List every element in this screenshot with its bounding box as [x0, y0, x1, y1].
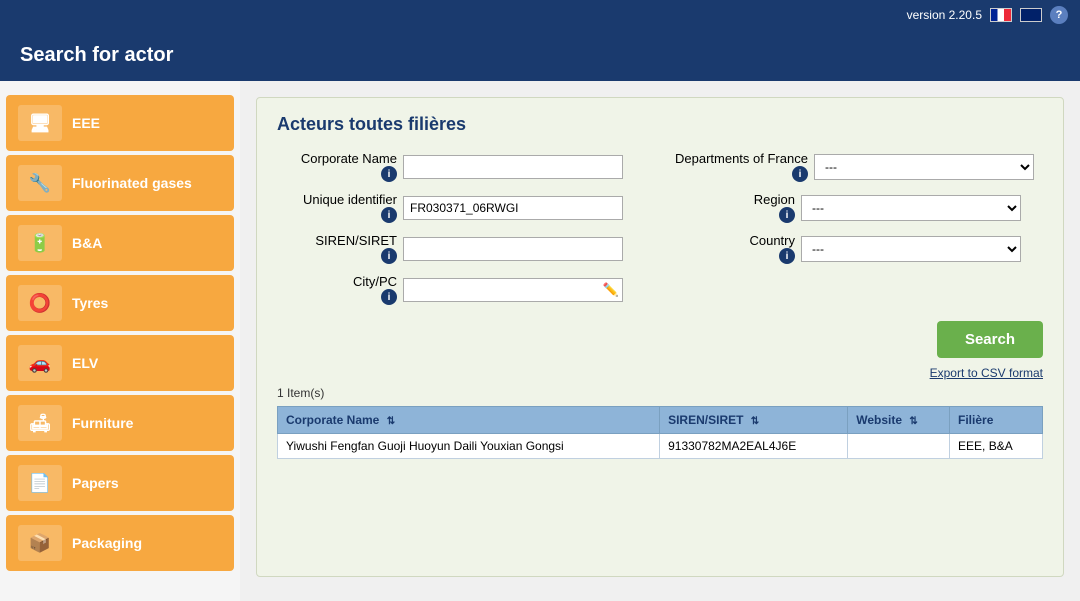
export-row: Export to CSV format — [277, 366, 1043, 380]
cell-filiere: EEE, B&A — [950, 434, 1043, 459]
cell-website — [848, 434, 950, 459]
main-layout: 🖥 EEE 🔧 Fluorinated gases 🔋 B&A ⭕ Tyres … — [0, 81, 1080, 601]
top-bar: version 2.20.5 ? — [0, 0, 1080, 30]
sidebar-item-packaging[interactable]: 📦 Packaging — [6, 515, 234, 571]
eee-icon: 🖥 — [18, 105, 62, 141]
fluorinated-icon: 🔧 — [18, 165, 62, 201]
unique-id-row: Unique identifier i — [277, 192, 645, 223]
region-label: Region — [754, 192, 795, 207]
departments-select[interactable]: --- — [814, 154, 1034, 180]
citypc-label: City/PC — [353, 274, 397, 289]
sidebar-item-elv[interactable]: 🚗 ELV — [6, 335, 234, 391]
citypc-row: City/PC i ✏️ — [277, 274, 645, 305]
sidebar-item-tyres[interactable]: ⭕ Tyres — [6, 275, 234, 331]
country-info-icon[interactable]: i — [779, 248, 795, 264]
tyres-icon: ⭕ — [18, 285, 62, 321]
panel-title: Acteurs toutes filières — [277, 114, 1043, 135]
unique-id-label-group: Unique identifier i — [277, 192, 397, 223]
siren-info-icon[interactable]: i — [381, 248, 397, 264]
siren-input[interactable] — [403, 237, 623, 261]
page-title: Search for actor — [20, 44, 173, 66]
sidebar-item-ba[interactable]: 🔋 B&A — [6, 215, 234, 271]
table-header: Corporate Name ⇅ SIREN/SIRET ⇅ Website ⇅ — [278, 407, 1043, 434]
col-header-corporate-name[interactable]: Corporate Name ⇅ — [278, 407, 660, 434]
table-row[interactable]: Yiwushi Fengfan Guoji Huoyun Daili Youxi… — [278, 434, 1043, 459]
unique-id-label: Unique identifier — [303, 192, 397, 207]
citypc-edit-icon[interactable]: ✏️ — [603, 282, 619, 298]
form-left: Corporate Name i Unique identifier i — [277, 151, 645, 305]
cell-corporate-name: Yiwushi Fengfan Guoji Huoyun Daili Youxi… — [278, 434, 660, 459]
col-header-website[interactable]: Website ⇅ — [848, 407, 950, 434]
country-label: Country — [749, 233, 795, 248]
departments-label: Departments of France — [675, 151, 808, 166]
ba-icon: 🔋 — [18, 225, 62, 261]
elv-icon: 🚗 — [18, 345, 62, 381]
search-button-row: Search — [277, 321, 1043, 358]
table-body: Yiwushi Fengfan Guoji Huoyun Daili Youxi… — [278, 434, 1043, 459]
sidebar-label-fluorinated: Fluorinated gases — [72, 175, 192, 191]
citypc-label-group: City/PC i — [277, 274, 397, 305]
siren-label-group: SIREN/SIRET i — [277, 233, 397, 264]
citypc-input-wrapper: ✏️ — [403, 278, 623, 302]
sidebar-item-fluorinated[interactable]: 🔧 Fluorinated gases — [6, 155, 234, 211]
sidebar-label-packaging: Packaging — [72, 535, 142, 551]
cell-siren: 91330782MA2EAL4J6E — [660, 434, 848, 459]
furniture-icon: 🛋 — [18, 405, 62, 441]
siren-sort-icon[interactable]: ⇅ — [751, 416, 759, 427]
corporate-name-label: Corporate Name — [301, 151, 397, 166]
sidebar: 🖥 EEE 🔧 Fluorinated gases 🔋 B&A ⭕ Tyres … — [0, 81, 240, 601]
departments-info-icon[interactable]: i — [792, 166, 808, 182]
website-sort-icon[interactable]: ⇅ — [909, 416, 917, 427]
results-count: 1 Item(s) — [277, 386, 1043, 400]
sidebar-label-elv: ELV — [72, 355, 98, 371]
corporate-name-label-group: Corporate Name i — [277, 151, 397, 182]
country-label-group: Country i — [675, 233, 795, 264]
country-row: Country i --- — [675, 233, 1043, 264]
region-info-icon[interactable]: i — [779, 207, 795, 223]
siren-label: SIREN/SIRET — [315, 233, 397, 248]
page-header: Search for actor — [0, 30, 1080, 81]
corporate-name-sort-icon[interactable]: ⇅ — [387, 416, 395, 427]
citypc-input[interactable] — [403, 278, 623, 302]
flag-english-icon[interactable] — [1020, 8, 1042, 22]
siren-row: SIREN/SIRET i — [277, 233, 645, 264]
sidebar-label-papers: Papers — [72, 475, 119, 491]
search-button[interactable]: Search — [937, 321, 1043, 358]
corporate-name-row: Corporate Name i — [277, 151, 645, 182]
flag-french-icon[interactable] — [990, 8, 1012, 22]
region-select[interactable]: --- — [801, 195, 1021, 221]
packaging-icon: 📦 — [18, 525, 62, 561]
help-icon[interactable]: ? — [1050, 6, 1068, 24]
papers-icon: 📄 — [18, 465, 62, 501]
unique-id-input[interactable] — [403, 196, 623, 220]
sidebar-item-furniture[interactable]: 🛋 Furniture — [6, 395, 234, 451]
region-row: Region i --- — [675, 192, 1043, 223]
col-header-siren[interactable]: SIREN/SIRET ⇅ — [660, 407, 848, 434]
search-panel: Acteurs toutes filières Corporate Name i — [256, 97, 1064, 577]
sidebar-label-eee: EEE — [72, 115, 100, 131]
content-area: Acteurs toutes filières Corporate Name i — [240, 81, 1080, 601]
form-right: Departments of France i --- Region i — [675, 151, 1043, 305]
departments-row: Departments of France i --- — [675, 151, 1043, 182]
version-text: version 2.20.5 — [907, 8, 982, 22]
country-select[interactable]: --- — [801, 236, 1021, 262]
sidebar-label-furniture: Furniture — [72, 415, 133, 431]
sidebar-label-ba: B&A — [72, 235, 102, 251]
unique-id-info-icon[interactable]: i — [381, 207, 397, 223]
export-csv-link[interactable]: Export to CSV format — [930, 366, 1043, 380]
sidebar-item-eee[interactable]: 🖥 EEE — [6, 95, 234, 151]
sidebar-label-tyres: Tyres — [72, 295, 108, 311]
table-header-row: Corporate Name ⇅ SIREN/SIRET ⇅ Website ⇅ — [278, 407, 1043, 434]
corporate-name-info-icon[interactable]: i — [381, 166, 397, 182]
corporate-name-input[interactable] — [403, 155, 623, 179]
region-label-group: Region i — [675, 192, 795, 223]
citypc-info-icon[interactable]: i — [381, 289, 397, 305]
search-form: Corporate Name i Unique identifier i — [277, 151, 1043, 305]
results-table: Corporate Name ⇅ SIREN/SIRET ⇅ Website ⇅ — [277, 406, 1043, 459]
departments-label-group: Departments of France i — [675, 151, 808, 182]
col-header-filiere[interactable]: Filière — [950, 407, 1043, 434]
sidebar-item-papers[interactable]: 📄 Papers — [6, 455, 234, 511]
